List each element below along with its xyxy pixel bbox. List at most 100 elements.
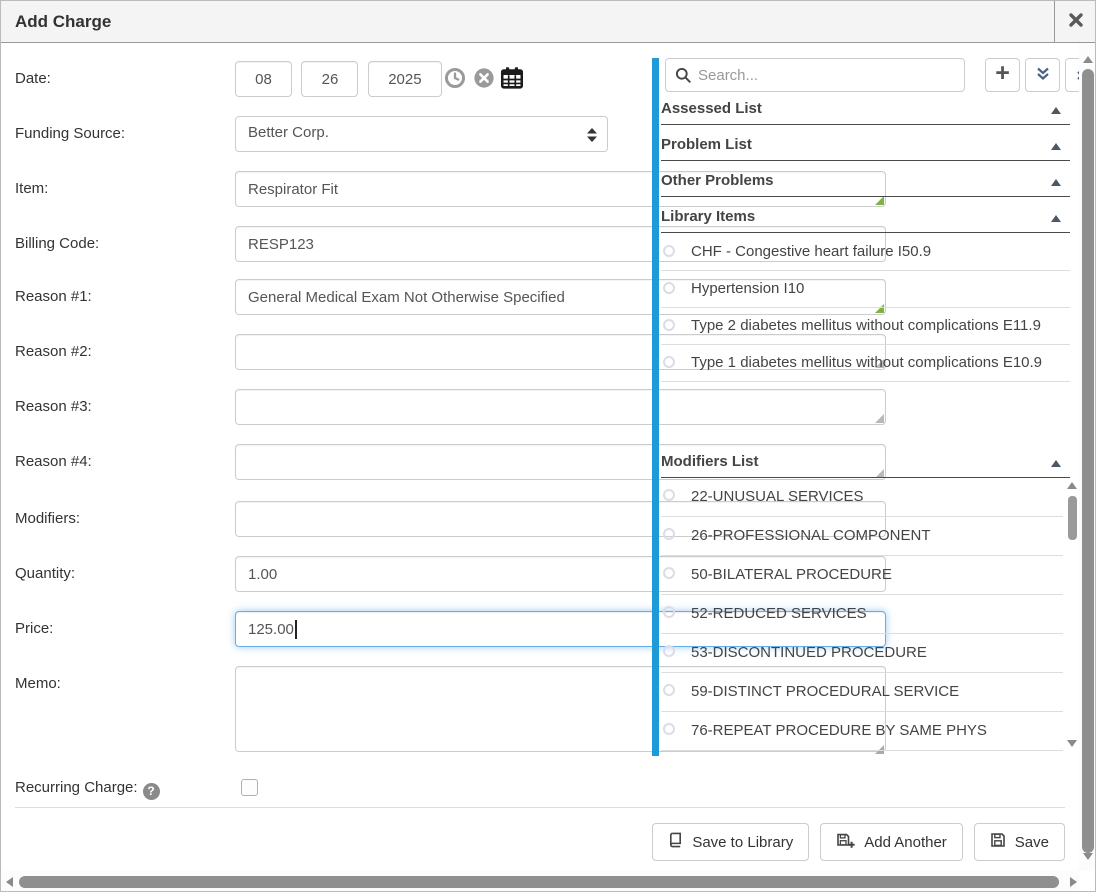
- vertical-scrollbar[interactable]: [1079, 43, 1096, 871]
- date-calendar-button[interactable]: [500, 67, 524, 91]
- date-month-input[interactable]: [235, 61, 292, 97]
- list-item[interactable]: 26-PROFESSIONAL COMPONENT: [661, 517, 1063, 556]
- price-label: Price:: [15, 611, 53, 647]
- reason2-row: Reason #2:: [1, 334, 652, 370]
- library-items-list: CHF - Congestive heart failure I50.9 Hyp…: [661, 234, 1070, 382]
- collapse-arrow-icon: [1051, 215, 1061, 222]
- clock-icon: [444, 67, 466, 92]
- collapse-arrow-icon: [1051, 107, 1061, 114]
- section-header-modifiers-list[interactable]: Modifiers List: [661, 453, 1070, 478]
- list-item[interactable]: 50-BILATERAL PROCEDURE: [661, 556, 1063, 595]
- clear-circle-icon: [473, 67, 495, 92]
- item-label: Item:: [15, 171, 48, 207]
- horizontal-scrollbar-thumb[interactable]: [19, 876, 1059, 888]
- scroll-left-arrow-icon[interactable]: [6, 877, 13, 887]
- funding-source-label: Funding Source:: [15, 116, 125, 152]
- list-item[interactable]: CHF - Congestive heart failure I50.9: [661, 234, 1070, 271]
- add-item-button[interactable]: +: [985, 58, 1020, 92]
- help-icon[interactable]: ?: [143, 783, 160, 800]
- list-item[interactable]: Type 2 diabetes mellitus without complic…: [661, 308, 1070, 345]
- modifiers-label: Modifiers:: [15, 501, 80, 537]
- radio-circle-icon: [663, 356, 675, 368]
- date-day-input[interactable]: [301, 61, 358, 97]
- quantity-label: Quantity:: [15, 556, 75, 592]
- chevron-double-down-icon: [1035, 66, 1051, 85]
- modifiers-list: 22-UNUSUAL SERVICES 26-PROFESSIONAL COMP…: [661, 478, 1063, 751]
- book-icon: [668, 832, 683, 852]
- date-year-input[interactable]: [368, 61, 442, 97]
- radio-circle-icon: [663, 489, 675, 501]
- modifiers-row: Modifiers:: [1, 501, 652, 537]
- billing-code-label: Billing Code:: [15, 226, 99, 262]
- vertical-scrollbar-thumb[interactable]: [1082, 69, 1094, 853]
- save-plus-icon: [836, 832, 855, 853]
- scroll-right-arrow-icon[interactable]: [1070, 877, 1077, 887]
- quantity-row: Quantity:: [1, 556, 652, 592]
- reason4-label: Reason #4:: [15, 444, 92, 480]
- radio-circle-icon: [663, 528, 675, 540]
- list-item[interactable]: Hypertension I10: [661, 271, 1070, 308]
- funding-source-value: Better Corp.: [248, 124, 329, 141]
- modifiers-scrollbar[interactable]: [1066, 478, 1079, 751]
- section-header-other-problems[interactable]: Other Problems: [661, 172, 1070, 197]
- reason2-label: Reason #2:: [15, 334, 92, 370]
- modal-title: Add Charge: [15, 1, 111, 43]
- list-item[interactable]: Type 1 diabetes mellitus without complic…: [661, 345, 1070, 382]
- scroll-up-arrow-icon[interactable]: [1067, 482, 1077, 489]
- radio-circle-icon: [663, 606, 675, 618]
- close-button[interactable]: [1054, 1, 1096, 43]
- list-item[interactable]: 76-REPEAT PROCEDURE BY SAME PHYS: [661, 712, 1063, 751]
- charge-form: Date:: [1, 43, 652, 807]
- panel-search-row: +: [665, 58, 1079, 92]
- add-another-button[interactable]: Add Another: [820, 823, 963, 861]
- reason4-row: Reason #4:: [1, 444, 652, 480]
- horizontal-scrollbar[interactable]: [1, 871, 1079, 892]
- reason3-label: Reason #3:: [15, 389, 92, 425]
- section-header-assessed-list[interactable]: Assessed List: [661, 100, 1070, 125]
- list-item[interactable]: 53-DISCONTINUED PROCEDURE: [661, 634, 1063, 673]
- list-item[interactable]: 52-REDUCED SERVICES: [661, 595, 1063, 634]
- select-arrows-icon: [587, 128, 597, 146]
- save-to-library-button[interactable]: Save to Library: [652, 823, 809, 861]
- collapse-arrow-icon: [1051, 179, 1061, 186]
- section-header-problem-list[interactable]: Problem List: [661, 136, 1070, 161]
- reason3-row: Reason #3:: [1, 389, 652, 425]
- scroll-up-arrow-icon[interactable]: [1083, 56, 1093, 63]
- item-row: Item:: [1, 171, 652, 207]
- modifiers-scrollbar-thumb[interactable]: [1068, 496, 1077, 540]
- reason1-label: Reason #1:: [15, 279, 92, 315]
- billing-code-row: Billing Code:: [1, 226, 652, 262]
- calendar-icon: [500, 66, 524, 93]
- date-history-button[interactable]: [443, 67, 467, 91]
- modal-footer: Save to Library Add Another Save: [15, 807, 1065, 861]
- recurring-charge-label: Recurring Charge:?: [15, 778, 160, 800]
- section-header-library-items[interactable]: Library Items: [661, 208, 1070, 233]
- scroll-down-arrow-icon[interactable]: [1083, 853, 1093, 860]
- scroll-down-arrow-icon[interactable]: [1067, 740, 1077, 747]
- recurring-charge-checkbox[interactable]: [241, 779, 258, 796]
- expand-all-button[interactable]: [1025, 58, 1060, 92]
- list-item[interactable]: 22-UNUSUAL SERVICES: [661, 478, 1063, 517]
- save-icon: [990, 832, 1006, 852]
- search-box: [665, 58, 965, 92]
- date-clear-button[interactable]: [472, 67, 496, 91]
- memo-label: Memo:: [15, 666, 61, 694]
- radio-circle-icon: [663, 684, 675, 696]
- text-caret: [295, 620, 297, 639]
- memo-row: Memo:: [1, 666, 652, 757]
- radio-circle-icon: [663, 319, 675, 331]
- list-item[interactable]: 59-DISTINCT PROCEDURAL SERVICE: [661, 673, 1063, 712]
- radio-circle-icon: [663, 723, 675, 735]
- panel-accent-bar: [652, 58, 659, 756]
- radio-circle-icon: [663, 567, 675, 579]
- diagnosis-panel: + Assessed List Problem List Other Probl…: [652, 58, 1079, 758]
- collapse-arrow-icon: [1051, 143, 1061, 150]
- radio-circle-icon: [663, 245, 675, 257]
- funding-source-select[interactable]: Better Corp.: [235, 116, 608, 152]
- modal-header: Add Charge: [1, 1, 1096, 43]
- reason1-row: Reason #1:: [1, 279, 652, 315]
- save-button[interactable]: Save: [974, 823, 1065, 861]
- search-input[interactable]: [696, 60, 958, 90]
- close-icon: [1068, 12, 1084, 33]
- date-label: Date:: [15, 61, 51, 97]
